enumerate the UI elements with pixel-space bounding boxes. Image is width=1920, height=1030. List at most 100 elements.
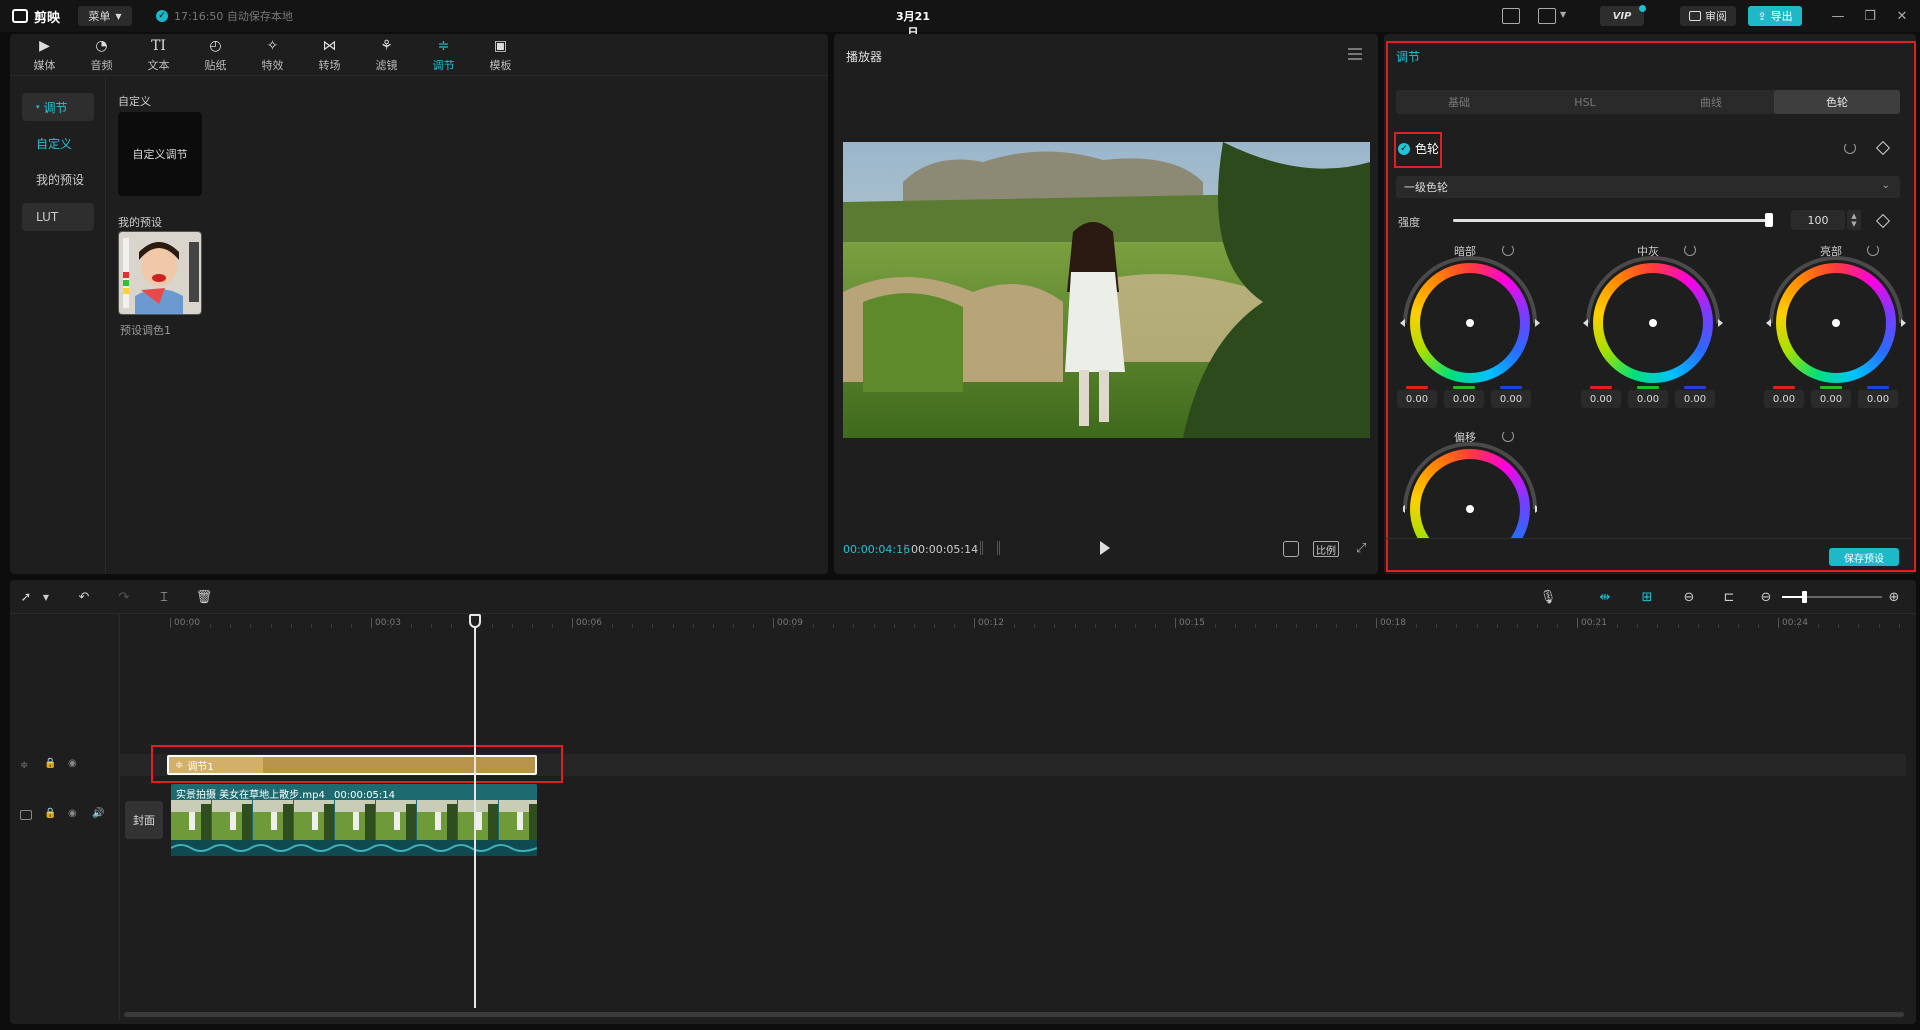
tool-effects[interactable]: ✧ 特效: [244, 34, 301, 76]
zoom-out-icon[interactable]: ⊖: [1758, 590, 1774, 605]
chevron-down-icon: ⌄: [1881, 180, 1890, 191]
tab-curves[interactable]: 曲线: [1648, 90, 1774, 114]
layout-icon[interactable]: [1538, 8, 1556, 24]
reset-icon[interactable]: [1502, 430, 1514, 442]
cover-button[interactable]: 封面: [125, 801, 163, 839]
intensity-stepper[interactable]: ▲ ▼: [1847, 210, 1861, 230]
main-track-magnet-icon[interactable]: ⇹: [1594, 590, 1616, 605]
lock-icon[interactable]: 🔒: [44, 758, 56, 769]
shadows-blue-value[interactable]: 0.00: [1491, 390, 1531, 408]
select-cursor-icon[interactable]: ➚: [18, 590, 34, 605]
midtones-blue-value[interactable]: 0.00: [1675, 390, 1715, 408]
wheel-handle[interactable]: [1466, 319, 1474, 327]
link-icon[interactable]: ⊖: [1678, 590, 1700, 605]
preset-thumbnail[interactable]: [118, 231, 202, 315]
export-button[interactable]: ⇪ 导出: [1748, 6, 1802, 26]
speaker-icon[interactable]: 🔊: [92, 808, 104, 819]
timecode-grid-icon[interactable]: [980, 541, 1000, 555]
sidebar-item-lut[interactable]: LUT: [22, 203, 94, 231]
chevron-down-icon[interactable]: ▼: [38, 590, 54, 604]
aspect-ratio-button[interactable]: 比例: [1313, 541, 1339, 557]
undo-icon[interactable]: ↶: [76, 590, 92, 605]
tool-filter[interactable]: ⚘ 滤镜: [358, 34, 415, 76]
save-preset-button[interactable]: 保存预设: [1829, 548, 1899, 566]
tool-template[interactable]: ▣ 模板: [472, 34, 529, 76]
fit-screen-icon[interactable]: [1283, 541, 1299, 557]
sidebar-item-label: 调节: [43, 100, 68, 115]
redo-icon[interactable]: ↷: [116, 590, 132, 605]
wheel-level-select[interactable]: 一级色轮 ⌄: [1396, 176, 1900, 198]
video-preview-image: [843, 142, 1370, 438]
restore-icon[interactable]: ❐: [1862, 8, 1878, 24]
auto-snap-icon[interactable]: ⊞: [1636, 590, 1658, 605]
shadows-green-value[interactable]: 0.00: [1444, 390, 1484, 408]
reset-icon[interactable]: [1867, 244, 1879, 256]
tab-basic[interactable]: 基础: [1396, 90, 1522, 114]
highlights-blue-value[interactable]: 0.00: [1858, 390, 1898, 408]
wheel-handle[interactable]: [1832, 319, 1840, 327]
shadows-red-value[interactable]: 0.00: [1397, 390, 1437, 408]
timeline-scrollbar[interactable]: [124, 1012, 1904, 1017]
tab-hsl[interactable]: HSL: [1522, 90, 1648, 114]
tab-color-wheel[interactable]: 色轮: [1774, 90, 1900, 114]
highlights-green-value[interactable]: 0.00: [1811, 390, 1851, 408]
intensity-value-input[interactable]: 100: [1791, 210, 1845, 230]
wheel-handle[interactable]: [1649, 319, 1657, 327]
close-icon[interactable]: ✕: [1894, 8, 1910, 24]
ruler-minor-tick: [230, 624, 232, 628]
tool-text[interactable]: TI 文本: [130, 34, 187, 76]
tool-sticker[interactable]: ◴ 贴纸: [187, 34, 244, 76]
tool-adjust[interactable]: ≑ 调节: [415, 34, 472, 76]
ruler-minor-tick: [752, 624, 754, 628]
midtones-red-value[interactable]: 0.00: [1581, 390, 1621, 408]
ruler-minor-tick: [1295, 624, 1297, 628]
sidebar-item-my-presets[interactable]: 我的预设: [22, 165, 94, 193]
delete-icon[interactable]: 🗑: [196, 590, 213, 605]
color-wheel-shadows[interactable]: [1375, 228, 1565, 418]
reset-icon[interactable]: [1844, 142, 1856, 154]
menu-button[interactable]: 菜单 ▼: [78, 6, 132, 26]
step-up-icon[interactable]: ▲: [1851, 212, 1856, 220]
preview-axis-icon[interactable]: ⊏: [1718, 590, 1740, 605]
color-wheel-offset[interactable]: [1403, 442, 1537, 538]
eye-icon[interactable]: ◉: [68, 808, 77, 819]
wheel-handle[interactable]: [1466, 505, 1474, 513]
shortcut-keyboard-icon[interactable]: [1502, 8, 1520, 24]
playhead-handle[interactable]: [469, 614, 481, 628]
play-icon[interactable]: [1100, 541, 1110, 555]
color-wheel-highlights[interactable]: [1741, 228, 1920, 418]
playhead[interactable]: [474, 620, 476, 1008]
ruler-minor-tick: [732, 624, 734, 628]
lock-icon[interactable]: 🔒: [44, 808, 56, 819]
ruler-minor-tick: [531, 624, 533, 628]
sidebar-item-custom[interactable]: 自定义: [22, 129, 94, 157]
tool-audio[interactable]: ◔ 音频: [73, 34, 130, 76]
menu-icon[interactable]: [1348, 48, 1362, 60]
intensity-slider[interactable]: [1453, 219, 1768, 222]
tool-label: 媒体: [33, 58, 56, 72]
ruler-tick: [1778, 618, 1779, 628]
color-wheel-midtones[interactable]: [1558, 228, 1748, 418]
fullscreen-icon[interactable]: ⤢: [1356, 541, 1366, 556]
minimize-icon[interactable]: —: [1830, 8, 1846, 24]
zoom-slider-handle[interactable]: [1802, 591, 1807, 603]
eye-icon[interactable]: ◉: [68, 758, 77, 769]
tool-media[interactable]: ▶ 媒体: [16, 34, 73, 76]
ruler-tick-label: 00:06: [576, 618, 602, 628]
highlights-red-value[interactable]: 0.00: [1764, 390, 1804, 408]
split-icon[interactable]: ⌶: [156, 590, 172, 605]
ruler-tick: [1376, 618, 1377, 628]
intensity-slider-handle[interactable]: [1765, 213, 1773, 227]
reset-icon[interactable]: [1502, 244, 1514, 256]
layout-chevron-icon[interactable]: ▼: [1560, 10, 1566, 19]
custom-adjust-card[interactable]: 自定义调节: [118, 112, 202, 196]
microphone-icon[interactable]: 🎙: [1540, 590, 1557, 605]
step-down-icon[interactable]: ▼: [1851, 220, 1856, 228]
sidebar-item-adjust[interactable]: ▾ 调节: [22, 93, 94, 121]
zoom-in-icon[interactable]: ⊕: [1886, 590, 1902, 605]
midtones-green-value[interactable]: 0.00: [1628, 390, 1668, 408]
vip-button[interactable]: VIP: [1600, 6, 1644, 26]
tool-transition[interactable]: ⋈ 转场: [301, 34, 358, 76]
reset-icon[interactable]: [1684, 244, 1696, 256]
review-button[interactable]: 审阅: [1680, 6, 1736, 26]
